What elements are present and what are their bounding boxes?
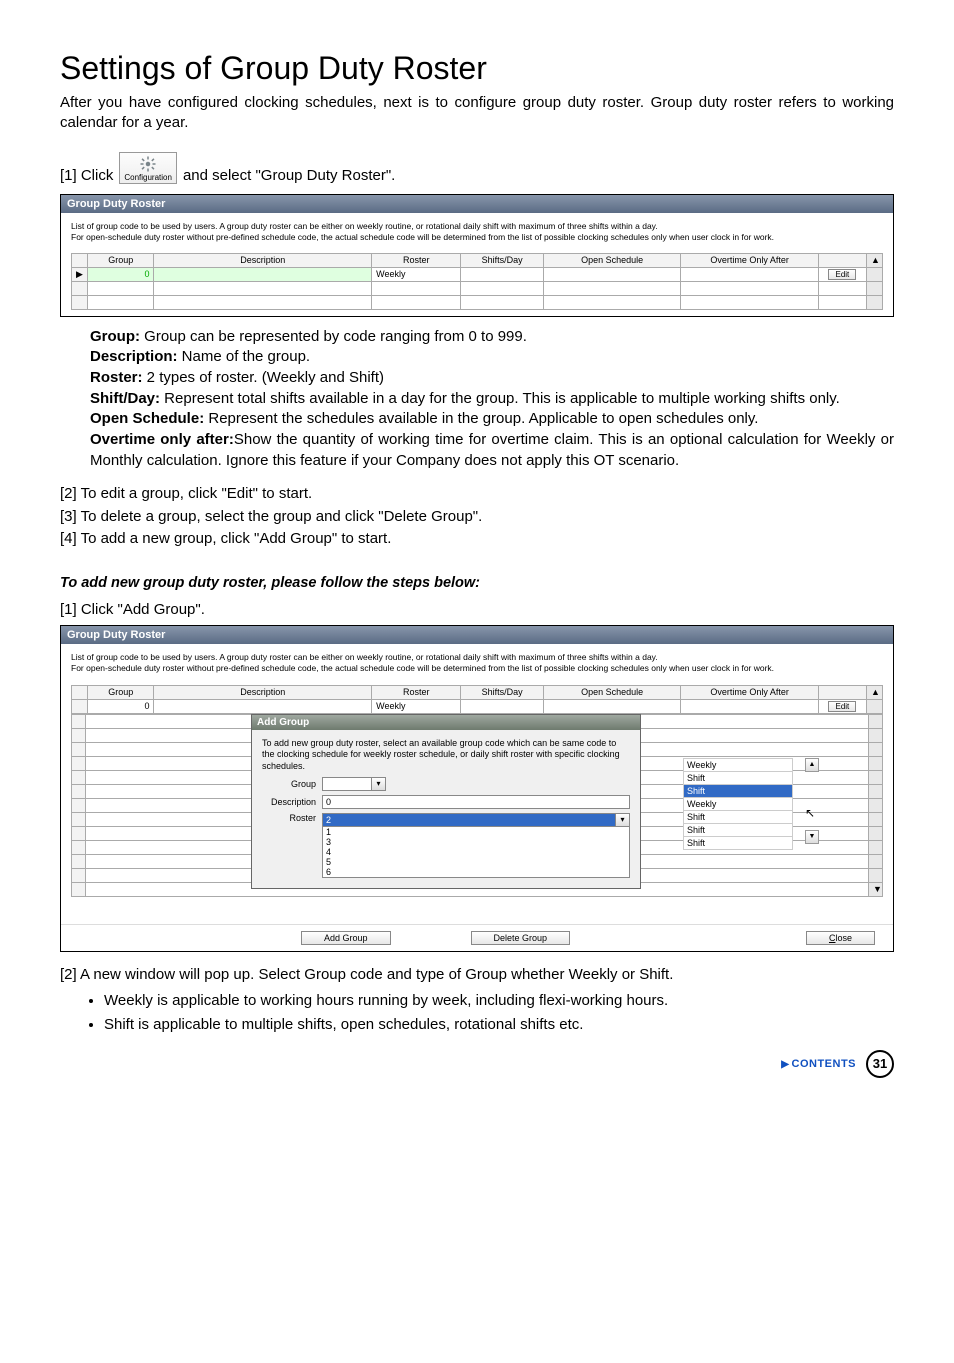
list-item[interactable]: Weekly <box>683 798 793 811</box>
window-note-2: List of group code to be used by users. … <box>71 652 883 674</box>
page-title: Settings of Group Duty Roster <box>60 50 894 87</box>
window-title: Group Duty Roster <box>61 195 893 213</box>
list-item[interactable]: Weekly <box>683 758 793 772</box>
contents-link[interactable]: ▶CONTENTS <box>781 1058 856 1070</box>
list-item[interactable]: Shift <box>683 811 793 824</box>
roster-label: Roster <box>262 813 322 823</box>
configuration-label: Configuration <box>124 173 172 182</box>
post-step2: [2] A new window will pop up. Select Gro… <box>60 964 894 987</box>
screenshot-add-group: Group Duty Roster List of group code to … <box>60 625 894 951</box>
chevron-down-icon[interactable]: ▾ <box>372 777 386 791</box>
group-label: Group <box>262 779 322 789</box>
list-item[interactable]: 3 <box>323 837 629 847</box>
gear-icon <box>139 155 157 173</box>
description-label: Description <box>262 797 322 807</box>
configuration-button[interactable]: Configuration <box>119 152 177 184</box>
intro-text: After you have configured clocking sched… <box>60 93 894 134</box>
edit-button[interactable]: Edit <box>828 269 856 280</box>
col-overtime[interactable]: Overtime Only After <box>681 253 818 267</box>
add-group-note: To add new group duty roster, select an … <box>262 738 630 773</box>
chevron-down-icon[interactable]: ▾ <box>616 813 630 827</box>
col-shifts[interactable]: Shifts/Day <box>461 253 543 267</box>
window-note: List of group code to be used by users. … <box>71 221 883 243</box>
col-open[interactable]: Open Schedule <box>543 253 680 267</box>
group-input[interactable] <box>322 777 372 791</box>
add-group-dialog: Add Group To add new group duty roster, … <box>251 714 641 889</box>
step1-prefix: [1] Click <box>60 167 113 184</box>
list-item[interactable]: Shift <box>683 824 793 837</box>
page-number: 31 <box>866 1050 894 1078</box>
step1-suffix: and select "Group Duty Roster". <box>183 167 395 184</box>
window-title-2: Group Duty Roster <box>61 626 893 644</box>
sub-step1: [1] Click "Add Group". <box>60 599 894 622</box>
list-item[interactable]: Shift <box>683 837 793 850</box>
roster-table: Group Description Roster Shifts/Day Open… <box>71 253 883 310</box>
description-input[interactable]: 0 <box>322 795 630 809</box>
table-row[interactable]: ▶ 0 Weekly Edit <box>72 267 883 281</box>
roster-input[interactable]: 2 <box>322 813 616 827</box>
list-item[interactable]: 4 <box>323 847 629 857</box>
edit-button-2[interactable]: Edit <box>828 701 856 712</box>
add-group-title: Add Group <box>252 715 640 730</box>
cursor-icon: ↖ <box>805 806 815 820</box>
roster-type-list: Weekly Shift Shift Weekly Shift Shift Sh… <box>683 758 793 850</box>
col-roster[interactable]: Roster <box>372 253 461 267</box>
definitions: Group: Group can be represented by code … <box>90 327 894 472</box>
list-item[interactable]: 6 <box>323 867 629 877</box>
list-item: Shift is applicable to multiple shifts, … <box>104 1014 894 1036</box>
scroll-down-icon[interactable]: ▼ <box>805 830 819 844</box>
list-item[interactable]: Shift <box>683 785 793 798</box>
bullet-list: Weekly is applicable to working hours ru… <box>104 990 894 1036</box>
list-item[interactable]: Shift <box>683 772 793 785</box>
sub-heading: To add new group duty roster, please fol… <box>60 575 894 591</box>
steps-list: [2] To edit a group, click "Edit" to sta… <box>60 483 894 551</box>
list-item: Weekly is applicable to working hours ru… <box>104 990 894 1012</box>
delete-group-button[interactable]: Delete Group <box>471 931 571 945</box>
close-button[interactable]: Close <box>806 931 875 945</box>
col-group[interactable]: Group <box>88 253 154 267</box>
add-group-button[interactable]: Add Group <box>301 931 391 945</box>
col-description[interactable]: Description <box>154 253 372 267</box>
list-item[interactable]: 1 <box>323 827 629 837</box>
screenshot-group-duty-roster: Group Duty Roster List of group code to … <box>60 194 894 317</box>
scroll-up-icon[interactable]: ▲ <box>805 758 819 772</box>
list-item[interactable]: 5 <box>323 857 629 867</box>
